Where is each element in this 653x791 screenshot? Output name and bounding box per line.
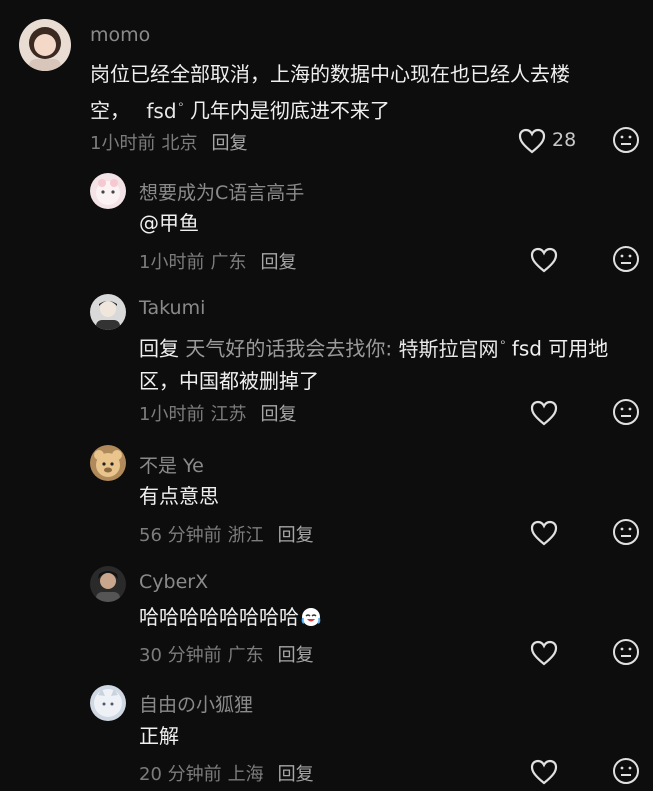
comment-meta: 1小时前 江苏 回复: [139, 400, 296, 426]
timestamp: 30 分钟前: [139, 645, 222, 666]
username[interactable]: 自由の小狐狸: [139, 690, 253, 717]
comment-momo: momo 岗位已经全部取消，上海的数据中心现在也已经人去楼 空， fsd ᵒ 几年…: [0, 0, 653, 165]
username[interactable]: 不是 Ye: [139, 451, 204, 478]
timestamp: 1小时前: [139, 404, 205, 425]
reply-button[interactable]: 回复: [278, 764, 314, 785]
meh-face-icon[interactable]: [612, 126, 640, 154]
text-segment: 哈哈哈哈哈哈哈哈: [139, 605, 299, 629]
reply-button[interactable]: 回复: [278, 525, 314, 546]
avatar[interactable]: [19, 19, 71, 71]
location: 上海: [227, 764, 264, 785]
comment-reply: 自由の小狐狸 正解 20 分钟前 上海 回复: [0, 680, 653, 791]
search-link-label[interactable]: fsd: [146, 99, 176, 123]
comment-meta: 30 分钟前 广东 回复: [139, 641, 314, 667]
text-segment: fsd 可用地: [511, 336, 609, 361]
location: 北京: [161, 133, 198, 154]
heart-outline-icon[interactable]: [530, 640, 558, 666]
comment-text-line2: 空， fsd ᵒ 几年内是彻底进不来了: [90, 90, 630, 127]
location: 江苏: [210, 404, 247, 425]
comment-text-line1: 岗位已经全部取消，上海的数据中心现在也已经人去楼: [90, 62, 570, 86]
heart-outline-icon[interactable]: [530, 520, 558, 546]
avatar[interactable]: [90, 685, 126, 721]
location: 广东: [227, 645, 264, 666]
search-link-label[interactable]: 特斯拉官网: [398, 337, 498, 361]
heart-outline-icon[interactable]: [518, 128, 546, 154]
username[interactable]: Takumi: [139, 297, 205, 319]
avatar[interactable]: [90, 294, 126, 330]
comment-meta: 1小时前 北京 回复: [90, 129, 247, 155]
crying-laughing-emoji-icon: [301, 604, 321, 626]
search-link[interactable]: 特斯拉官网 ᵒ: [398, 337, 505, 361]
username[interactable]: CyberX: [139, 571, 208, 593]
search-link[interactable]: fsd ᵒ: [146, 99, 183, 123]
reply-button[interactable]: 回复: [211, 133, 247, 154]
meh-face-icon[interactable]: [612, 245, 640, 273]
comment-text: 哈哈哈哈哈哈哈哈: [139, 601, 321, 633]
text-segment: 空，: [90, 98, 130, 123]
comment-reply: 不是 Ye 有点意思 56 分钟前 浙江 回复: [0, 440, 653, 560]
reply-button[interactable]: 回复: [260, 404, 296, 425]
comment-meta: 1小时前 广东 回复: [139, 248, 296, 274]
timestamp: 20 分钟前: [139, 764, 222, 785]
meh-face-icon[interactable]: [612, 757, 640, 785]
reply-button[interactable]: 回复: [260, 252, 296, 273]
avatar[interactable]: [90, 173, 126, 209]
comment-text: 有点意思: [139, 484, 219, 508]
search-icon[interactable]: ᵒ: [500, 337, 505, 351]
comment-text: @甲鱼: [139, 211, 199, 235]
heart-outline-icon[interactable]: [530, 400, 558, 426]
username[interactable]: momo: [90, 24, 150, 46]
avatar[interactable]: [90, 566, 126, 602]
location: 浙江: [227, 525, 264, 546]
heart-outline-icon[interactable]: [530, 247, 558, 273]
comment-meta: 20 分钟前 上海 回复: [139, 760, 314, 786]
comment-reply: Takumi 回复 天气好的话我会去找你: 特斯拉官网 ᵒ fsd 可用地 区，中…: [0, 290, 653, 440]
meh-face-icon[interactable]: [612, 518, 640, 546]
search-icon[interactable]: ᵒ: [179, 99, 184, 113]
text-segment: 几年内是彻底进不来了: [189, 98, 390, 123]
comment-text-line1: 回复 天气好的话我会去找你: 特斯拉官网 ᵒ fsd 可用地: [139, 328, 649, 365]
location: 广东: [210, 252, 247, 273]
comment-reply: 想要成为C语言高手 @甲鱼 1小时前 广东 回复: [0, 165, 653, 290]
comment-text: 正解: [139, 724, 179, 748]
comment-text: 回复 天气好的话我会去找你: 特斯拉官网 ᵒ fsd 可用地 区，中国都被删掉了: [139, 328, 649, 397]
comment-text-line2: 区，中国都被删掉了: [139, 368, 319, 393]
timestamp: 1小时前: [90, 133, 156, 154]
username[interactable]: 想要成为C语言高手: [139, 178, 304, 205]
avatar[interactable]: [90, 445, 126, 481]
comment-text: 岗位已经全部取消，上海的数据中心现在也已经人去楼 空， fsd ᵒ 几年内是彻底进…: [90, 58, 630, 127]
reply-target-user[interactable]: 天气好的话我会去找你:: [185, 337, 392, 361]
comment-reply: CyberX 哈哈哈哈哈哈哈哈 30 分钟前 广东 回复: [0, 560, 653, 680]
heart-outline-icon[interactable]: [530, 759, 558, 785]
timestamp: 1小时前: [139, 252, 205, 273]
like-count: 28: [552, 129, 577, 151]
reply-prefix: 回复: [139, 336, 179, 361]
reply-button[interactable]: 回复: [278, 645, 314, 666]
meh-face-icon[interactable]: [612, 398, 640, 426]
comment-meta: 56 分钟前 浙江 回复: [139, 521, 314, 547]
timestamp: 56 分钟前: [139, 525, 222, 546]
meh-face-icon[interactable]: [612, 638, 640, 666]
